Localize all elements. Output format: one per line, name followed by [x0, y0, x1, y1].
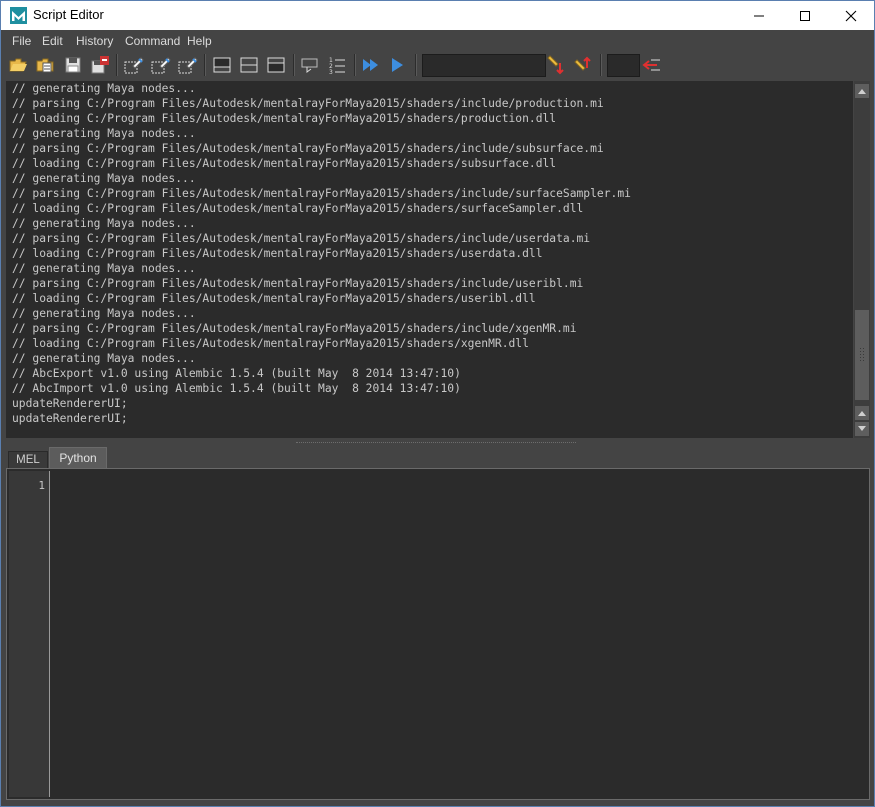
search-next-icon[interactable]: [545, 54, 567, 76]
source-script-icon[interactable]: [34, 54, 56, 76]
toolbar-separator: [415, 54, 417, 76]
line-number: 1: [38, 479, 45, 492]
history-line: // generating Maya nodes...: [12, 172, 196, 185]
history-line: // parsing C:/Program Files/Autodesk/men…: [12, 187, 631, 200]
menu-command[interactable]: Command: [125, 34, 180, 48]
save-to-shelf-icon[interactable]: [89, 54, 111, 76]
title-bar: Script Editor: [1, 1, 874, 30]
scroll-thumb[interactable]: [855, 310, 869, 400]
search-prev-icon[interactable]: [572, 54, 594, 76]
history-line: // AbcExport v1.0 using Alembic 1.5.4 (b…: [12, 367, 461, 380]
clear-history-icon[interactable]: [122, 54, 144, 76]
toolbar-separator: [116, 54, 118, 76]
goto-line-icon[interactable]: [641, 54, 663, 76]
history-line: // parsing C:/Program Files/Autodesk/men…: [12, 232, 591, 245]
open-script-icon[interactable]: [7, 54, 29, 76]
execute-icon[interactable]: [387, 54, 409, 76]
history-line: // generating Maya nodes...: [12, 217, 196, 230]
close-button[interactable]: [828, 1, 874, 30]
menu-bar: File Edit History Command Help: [1, 30, 874, 51]
line-number-gutter: 1: [9, 471, 50, 797]
tab-python[interactable]: Python: [49, 447, 107, 469]
line-number-field[interactable]: [607, 54, 640, 77]
script-input-editor: 1: [6, 468, 870, 800]
history-line: // AbcImport v1.0 using Alembic 1.5.4 (b…: [12, 382, 461, 395]
history-line: // generating Maya nodes...: [12, 82, 196, 95]
menu-edit[interactable]: Edit: [42, 34, 63, 48]
tab-mel[interactable]: MEL: [8, 451, 48, 469]
history-line: // generating Maya nodes...: [12, 127, 196, 140]
code-input-area[interactable]: [51, 471, 867, 797]
history-line: // loading C:/Program Files/Autodesk/men…: [12, 337, 529, 350]
history-line: updateRendererUI;: [12, 412, 128, 425]
grip-icon: [860, 348, 864, 361]
minimize-button[interactable]: [736, 1, 782, 30]
panel-splitter[interactable]: [296, 442, 576, 445]
history-line: // loading C:/Program Files/Autodesk/men…: [12, 157, 557, 170]
history-line: // parsing C:/Program Files/Autodesk/men…: [12, 142, 604, 155]
clear-all-icon[interactable]: [176, 54, 198, 76]
toolbar-separator: [293, 54, 295, 76]
toolbar-separator: [204, 54, 206, 76]
script-editor-window: Script Editor File Edit History Command …: [0, 0, 875, 807]
minimize-icon: [754, 15, 764, 16]
history-line: // parsing C:/Program Files/Autodesk/men…: [12, 97, 604, 110]
arrow-up-icon: [858, 89, 866, 94]
menu-help[interactable]: Help: [187, 34, 212, 48]
history-line: // loading C:/Program Files/Autodesk/men…: [12, 202, 584, 215]
history-line: // parsing C:/Program Files/Autodesk/men…: [12, 277, 584, 290]
history-line: // loading C:/Program Files/Autodesk/men…: [12, 112, 557, 125]
window-title: Script Editor: [33, 7, 104, 22]
echo-all-commands-icon[interactable]: [299, 54, 321, 76]
maya-app-icon: [10, 7, 27, 24]
history-line: // loading C:/Program Files/Autodesk/men…: [12, 247, 543, 260]
search-field[interactable]: [422, 54, 546, 77]
menu-file[interactable]: File: [12, 34, 31, 48]
history-scrollbar[interactable]: [854, 81, 870, 438]
close-icon: [845, 10, 857, 21]
scroll-up-step-button[interactable]: [855, 406, 869, 420]
arrow-up-icon: [858, 411, 866, 416]
show-both-icon[interactable]: [238, 54, 260, 76]
history-line: updateRendererUI;: [12, 397, 128, 410]
line-numbers-icon[interactable]: 123: [326, 54, 348, 76]
scroll-up-button[interactable]: [855, 84, 869, 98]
show-history-icon[interactable]: [211, 54, 233, 76]
show-input-icon[interactable]: [265, 54, 287, 76]
menu-history[interactable]: History: [76, 34, 113, 48]
svg-text:3: 3: [329, 69, 333, 76]
execute-all-icon[interactable]: [360, 54, 382, 76]
history-line: // parsing C:/Program Files/Autodesk/men…: [12, 322, 577, 335]
history-line: // generating Maya nodes...: [12, 307, 196, 320]
history-output-panel[interactable]: // generating Maya nodes... // parsing C…: [6, 81, 853, 438]
clear-input-icon[interactable]: [149, 54, 171, 76]
maximize-icon: [800, 10, 810, 21]
history-line: // loading C:/Program Files/Autodesk/men…: [12, 292, 536, 305]
arrow-down-icon: [858, 426, 866, 431]
toolbar-separator: [354, 54, 356, 76]
toolbar: 123: [1, 51, 874, 79]
toolbar-separator: [600, 54, 602, 76]
maximize-button[interactable]: [782, 1, 828, 30]
scroll-down-button[interactable]: [855, 422, 869, 436]
history-line: // generating Maya nodes...: [12, 352, 196, 365]
save-script-icon[interactable]: [62, 54, 84, 76]
history-output-text: // generating Maya nodes... // parsing C…: [12, 81, 631, 426]
history-line: // generating Maya nodes...: [12, 262, 196, 275]
